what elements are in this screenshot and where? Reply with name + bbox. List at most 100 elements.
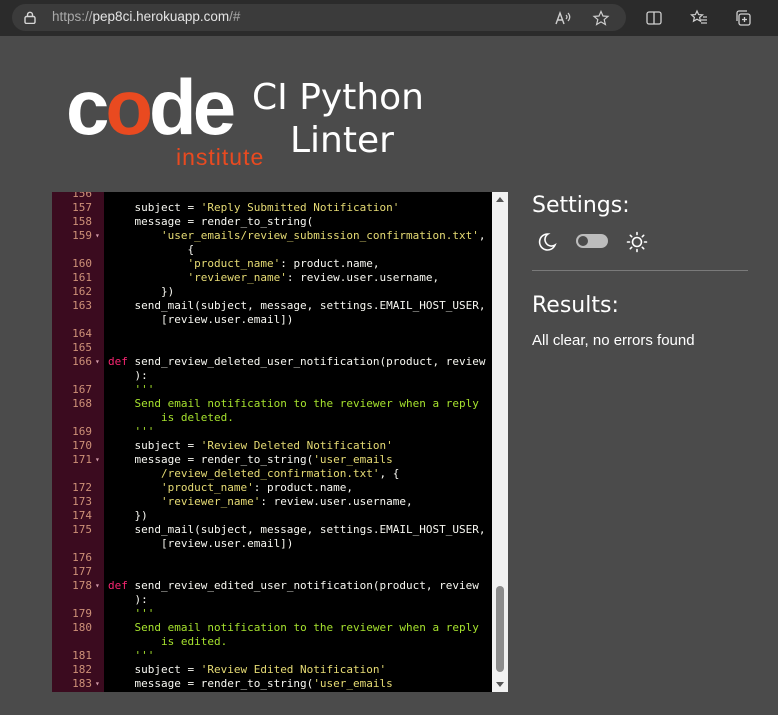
line-number: 166 bbox=[72, 355, 92, 368]
code-line[interactable]: 163 send_mail(subject, message, settings… bbox=[52, 299, 492, 313]
code-text: }) bbox=[108, 509, 147, 523]
code-line[interactable]: 167 ''' bbox=[52, 383, 492, 397]
address-bar[interactable]: https://pep8ci.herokuapp.com/# bbox=[12, 4, 626, 31]
results-heading: Results: bbox=[532, 293, 619, 318]
toggle-knob bbox=[578, 236, 588, 246]
code-token: ): bbox=[108, 369, 148, 382]
code-line[interactable]: ): bbox=[52, 369, 492, 383]
code-line[interactable]: 169 ''' bbox=[52, 425, 492, 439]
line-number: 178 bbox=[72, 579, 92, 592]
code-line[interactable]: 173 'reviewer_name': review.user.usernam… bbox=[52, 495, 492, 509]
code-line[interactable]: { bbox=[52, 243, 492, 257]
code-line[interactable]: ): bbox=[52, 593, 492, 607]
moon-icon bbox=[538, 233, 557, 251]
code-line[interactable]: 181 ''' bbox=[52, 649, 492, 663]
code-token: send_review_edited_user_notification(pro… bbox=[127, 579, 479, 592]
code-text: subject = 'Review Edited Notification' bbox=[108, 663, 386, 677]
code-line[interactable]: 178 ▾ def send_review_edited_user_notifica… bbox=[52, 579, 492, 593]
code-text: ): bbox=[108, 369, 148, 383]
collections-icon[interactable] bbox=[734, 9, 752, 27]
favorite-star-icon[interactable] bbox=[592, 10, 610, 26]
code-line[interactable]: is edited. bbox=[52, 635, 492, 649]
code-text: is edited. bbox=[108, 635, 227, 649]
code-line[interactable]: 170 subject = 'Review Deleted Notificati… bbox=[52, 439, 492, 453]
code-token: is edited. bbox=[160, 635, 228, 648]
code-text: def send_review_deleted_user_notificatio… bbox=[108, 355, 486, 369]
code-line[interactable]: 175 send_mail(subject, message, settings… bbox=[52, 523, 492, 537]
line-number: 174 bbox=[72, 509, 92, 522]
code-line[interactable]: 166 ▾ def send_review_deleted_user_notific… bbox=[52, 355, 492, 369]
code-text: ): bbox=[108, 593, 147, 607]
line-number: 159 bbox=[72, 229, 92, 242]
theme-toggle[interactable] bbox=[576, 234, 608, 248]
scrollbar-thumb[interactable] bbox=[496, 586, 504, 672]
line-number: 161 bbox=[72, 271, 92, 284]
code-line[interactable]: 159 ▾ 'user_emails/review_submission_conf… bbox=[52, 229, 492, 243]
fold-arrow-icon[interactable]: ▾ bbox=[95, 579, 100, 593]
split-screen-icon[interactable] bbox=[645, 9, 663, 27]
code-line[interactable]: 171 ▾ message = render_to_string('user_em… bbox=[52, 453, 492, 467]
code-text: 'product_name': product.name, bbox=[108, 481, 353, 495]
code-line[interactable]: /review_deleted_confirmation.txt', { bbox=[52, 467, 492, 481]
code-text: Send email notification to the reviewer … bbox=[108, 621, 479, 635]
line-number: 160 bbox=[72, 257, 92, 270]
browser-toolbar: https://pep8ci.herokuapp.com/# bbox=[0, 0, 778, 36]
code-line[interactable]: 161 'reviewer_name': review.user.usernam… bbox=[52, 271, 492, 285]
code-line[interactable]: [review.user.email]) bbox=[52, 537, 492, 551]
code-text: subject = 'Review Deleted Notification' bbox=[108, 439, 393, 453]
fold-arrow-icon[interactable]: ▾ bbox=[95, 677, 100, 691]
line-number: 171 bbox=[72, 453, 92, 466]
editor-scrollbar[interactable] bbox=[492, 192, 508, 692]
code-lines[interactable]: 156 """ 157 subject = 'Reply Submitted No… bbox=[52, 192, 492, 691]
favorites-icon[interactable] bbox=[690, 9, 708, 27]
code-editor[interactable]: 156 """ 157 subject = 'Reply Submitted No… bbox=[52, 192, 508, 692]
code-token: message = render_to_string( bbox=[108, 453, 314, 466]
line-number: 183 bbox=[72, 677, 92, 690]
fold-arrow-icon[interactable]: ▾ bbox=[95, 453, 100, 467]
code-token: , { bbox=[379, 467, 400, 480]
code-line[interactable]: 172 'product_name': product.name, bbox=[52, 481, 492, 495]
code-text: message = render_to_string( bbox=[108, 215, 313, 229]
code-text: ''' bbox=[108, 425, 155, 439]
code-line[interactable]: 183 ▾ message = render_to_string('user_em… bbox=[52, 677, 492, 691]
code-line[interactable]: 179 ''' bbox=[52, 607, 492, 621]
code-line[interactable]: 174 }) bbox=[52, 509, 492, 523]
code-line[interactable]: 162 }) bbox=[52, 285, 492, 299]
code-token: message = render_to_string( bbox=[108, 677, 314, 690]
url-text[interactable]: https://pep8ci.herokuapp.com/# bbox=[52, 9, 240, 24]
code-line[interactable]: 164 bbox=[52, 327, 492, 341]
fold-arrow-icon[interactable]: ▾ bbox=[95, 355, 100, 369]
code-line[interactable]: 182 subject = 'Review Edited Notificatio… bbox=[52, 663, 492, 677]
code-line[interactable]: 177 bbox=[52, 565, 492, 579]
code-line[interactable]: 156 """ bbox=[52, 192, 492, 201]
logo-letters-de: de bbox=[149, 63, 236, 151]
code-line[interactable]: 180 Send email notification to the revie… bbox=[52, 621, 492, 635]
code-token: ''' bbox=[134, 649, 155, 662]
code-token: 'Review Deleted Notification' bbox=[200, 439, 393, 452]
scroll-up-arrow-icon[interactable] bbox=[496, 197, 504, 202]
scroll-down-arrow-icon[interactable] bbox=[496, 682, 504, 687]
code-line[interactable]: is deleted. bbox=[52, 411, 492, 425]
code-line[interactable]: 157 subject = 'Reply Submitted Notificat… bbox=[52, 201, 492, 215]
fold-arrow-icon[interactable]: ▾ bbox=[95, 229, 100, 243]
code-line[interactable]: 165 bbox=[52, 341, 492, 355]
lock-icon[interactable] bbox=[24, 11, 36, 24]
code-line[interactable]: 158 message = render_to_string( bbox=[52, 215, 492, 229]
code-text: ''' bbox=[108, 607, 155, 621]
code-line[interactable]: 176 bbox=[52, 551, 492, 565]
code-line[interactable]: 168 Send email notification to the revie… bbox=[52, 397, 492, 411]
code-token: }) bbox=[108, 285, 175, 298]
code-text: }) bbox=[108, 285, 174, 299]
line-number: 167 bbox=[72, 383, 92, 396]
read-aloud-icon[interactable] bbox=[554, 10, 572, 26]
code-line[interactable]: 160 'product_name': product.name, bbox=[52, 257, 492, 271]
code-token: 'user_emails bbox=[313, 453, 393, 466]
code-line[interactable]: [review.user.email]) bbox=[52, 313, 492, 327]
code-text: subject = 'Reply Submitted Notification' bbox=[108, 201, 399, 215]
code-token: Send email notification to the reviewer … bbox=[134, 397, 479, 410]
